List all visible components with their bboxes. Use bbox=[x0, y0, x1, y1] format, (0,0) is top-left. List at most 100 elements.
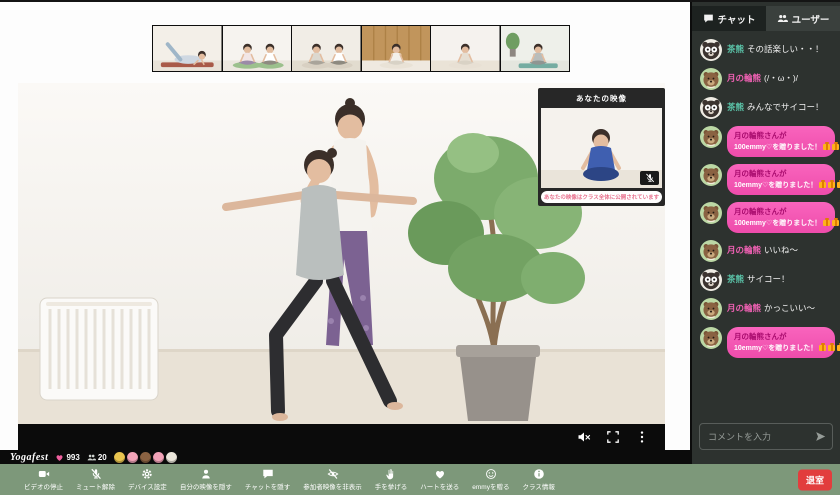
radiator-decor bbox=[39, 297, 159, 401]
leave-room-button[interactable]: 退室 bbox=[797, 469, 832, 490]
toolbar-gear-button[interactable]: デバイス設定 bbox=[128, 468, 167, 491]
chat-user-name: 茶熊 bbox=[727, 274, 745, 284]
participant-video-6[interactable] bbox=[500, 26, 569, 71]
chat-message: 茶熊 その話楽しい・・！ bbox=[700, 39, 835, 61]
gear-icon bbox=[141, 468, 153, 480]
toolbar-raised-hand-button[interactable]: 手を挙げる bbox=[375, 468, 407, 491]
moon-bear-avatar bbox=[700, 126, 722, 148]
gift-icon bbox=[828, 343, 836, 351]
chat-user-name: 茶熊 bbox=[727, 102, 745, 112]
participant-avatar-1 bbox=[113, 451, 125, 463]
toolbar-chat-bubble-button[interactable]: チャットを隠す bbox=[245, 468, 290, 491]
toolbar-label: emmyを贈る bbox=[472, 484, 510, 491]
toolbar-smiley-button[interactable]: emmyを贈る bbox=[472, 468, 509, 491]
bottom-toolbar: ビデオの停止 ミュート解除 デバイス設定 自分の映像を隠す チャットを隠す 参加者映像を非… bbox=[0, 464, 840, 495]
toolbar-eye-off-button[interactable]: 参加者映像を非表示 bbox=[303, 468, 362, 491]
gift-bubble: 月の輪熊さんが 100emmy♡を贈りました！ bbox=[727, 202, 840, 233]
participant-avatar-4 bbox=[152, 451, 164, 463]
chat-message: 茶熊 サイコー！ bbox=[700, 269, 835, 291]
toolbar-heart-button[interactable]: ハートを送る bbox=[420, 468, 459, 491]
chat-gift-message: 月の輪熊さんが 100emmy♡を贈りました！ bbox=[700, 126, 840, 157]
chat-message-line: 茶熊 サイコー！ bbox=[727, 269, 790, 285]
chat-user-name: 茶熊 bbox=[727, 44, 745, 54]
gift-message-text: 10emmy♡を贈りました！ bbox=[734, 343, 840, 353]
tab-chat[interactable]: チャット bbox=[692, 6, 766, 31]
info-icon bbox=[533, 468, 545, 480]
tab-chat-label: チャット bbox=[717, 14, 756, 26]
participant-video-3[interactable] bbox=[292, 26, 361, 71]
gift-bubble: 月の輪熊さんが 10emmy♡を贈りました！ bbox=[727, 164, 840, 195]
moon-bear-avatar bbox=[700, 68, 722, 90]
toolbar-label: デバイス設定 bbox=[128, 484, 167, 491]
speaker-off-icon bbox=[577, 430, 591, 444]
participant-video-2[interactable] bbox=[222, 26, 291, 71]
toolbar-video-camera-button[interactable]: ビデオの停止 bbox=[24, 468, 63, 491]
chat-bubble-icon bbox=[703, 13, 714, 24]
gift-icon bbox=[823, 142, 831, 150]
chat-message-list: 茶熊 その話楽しい・・！ 月の輪熊 (/・ω・)/茶熊 みんなでサイコー！ 月の輪熊さんが… bbox=[692, 33, 840, 406]
send-icon bbox=[815, 431, 826, 442]
self-video-pip[interactable]: あなたの映像 あなたの映像はクラス全体に公開されています bbox=[538, 88, 665, 206]
participant-avatar-5 bbox=[165, 451, 177, 463]
pip-visibility-notice: あなたの映像はクラス全体に公開されています bbox=[541, 191, 662, 203]
gift-icon bbox=[819, 180, 827, 188]
gift-message-text: 10emmy♡を贈りました！ bbox=[734, 180, 840, 190]
chat-message: 月の輪熊 かっこいい〜 bbox=[700, 298, 835, 320]
eye-off-icon bbox=[327, 468, 339, 480]
users-icon bbox=[87, 453, 96, 462]
send-comment-button[interactable] bbox=[815, 431, 826, 442]
chat-message: 月の輪熊 (/・ω・)/ bbox=[700, 68, 835, 90]
brand-logo: Yogafest bbox=[10, 451, 49, 463]
moon-bear-avatar bbox=[700, 164, 722, 186]
participant-avatar-3 bbox=[139, 451, 151, 463]
participant-avatar-list bbox=[113, 451, 177, 463]
toolbar-person-button[interactable]: 自分の映像を隠す bbox=[180, 468, 232, 491]
toolbar-label: 参加者映像を非表示 bbox=[303, 484, 362, 491]
fullscreen-button[interactable] bbox=[606, 430, 620, 444]
self-video-preview bbox=[541, 108, 662, 188]
video-camera-icon bbox=[38, 468, 50, 480]
panda-bear-avatar bbox=[700, 269, 722, 291]
participant-avatar-2 bbox=[126, 451, 138, 463]
toolbar-label: ハートを送る bbox=[420, 484, 460, 491]
heart-icon bbox=[55, 453, 64, 462]
participant-video-5[interactable] bbox=[431, 26, 500, 71]
tab-users[interactable]: ユーザー bbox=[766, 6, 840, 31]
comment-input[interactable] bbox=[706, 430, 811, 443]
chat-message-text: (/・ω・)/ bbox=[764, 73, 799, 83]
fullscreen-icon bbox=[606, 430, 620, 444]
main-video-stage: あなたの映像 あなたの映像はクラス全体に公開されています bbox=[18, 83, 665, 450]
gift-text: 100emmy♡を贈りました！ bbox=[734, 220, 822, 227]
chat-user-name: 月の輪熊 bbox=[727, 245, 762, 255]
chat-message-text: みんなでサイコー！ bbox=[747, 102, 824, 112]
gift-sender-name: 月の輪熊さんが bbox=[734, 169, 787, 178]
hearts-count: 993 bbox=[55, 453, 80, 462]
window-top-edge bbox=[0, 0, 840, 2]
person-icon bbox=[200, 468, 212, 480]
panda-bear-avatar bbox=[700, 39, 722, 61]
gift-icon bbox=[832, 218, 840, 226]
viewers-value: 20 bbox=[97, 452, 107, 462]
video-control-bar bbox=[18, 424, 665, 450]
participant-video-4[interactable] bbox=[361, 26, 430, 71]
pip-mic-muted-indicator[interactable] bbox=[640, 171, 659, 185]
more-vertical-icon bbox=[635, 430, 649, 444]
raised-hand-icon bbox=[385, 468, 397, 480]
toolbar-label: チャットを隠す bbox=[244, 484, 291, 491]
toolbar-info-button[interactable]: クラス情報 bbox=[522, 468, 555, 491]
chat-message-line: 茶熊 みんなでサイコー！ bbox=[727, 97, 824, 113]
gift-icon bbox=[828, 180, 836, 188]
chat-message-line: 月の輪熊 いいね〜 bbox=[727, 240, 798, 256]
panda-bear-avatar bbox=[700, 97, 722, 119]
chat-message-text: かっこいい〜 bbox=[764, 303, 816, 313]
viewers-count: 20 bbox=[87, 453, 107, 462]
sidebar-tabs: チャット ユーザー bbox=[692, 6, 840, 31]
chat-user-name: 月の輪熊 bbox=[727, 303, 762, 313]
participant-video-1[interactable] bbox=[153, 26, 222, 71]
moon-bear-avatar bbox=[700, 327, 722, 349]
speaker-off-button[interactable] bbox=[577, 430, 591, 444]
toolbar-mic-off-button[interactable]: ミュート解除 bbox=[76, 468, 115, 491]
chat-message-text: いいね〜 bbox=[764, 245, 799, 255]
more-vertical-button[interactable] bbox=[635, 430, 649, 444]
comment-input-row bbox=[699, 423, 833, 450]
